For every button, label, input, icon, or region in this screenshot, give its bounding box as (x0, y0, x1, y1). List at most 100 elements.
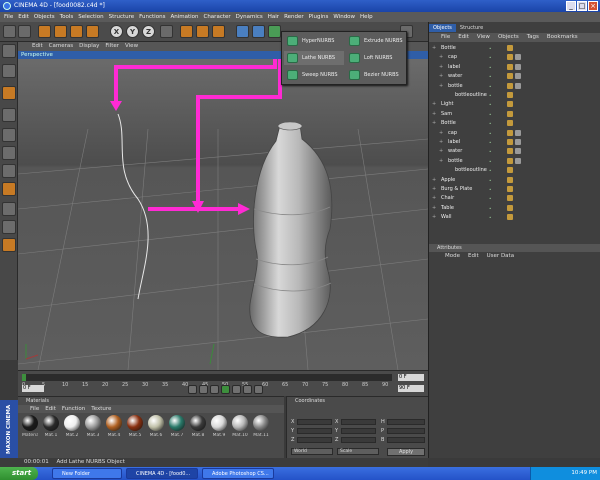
object-tag-icon[interactable] (507, 82, 513, 89)
use-object-tool-icon[interactable] (2, 64, 16, 78)
render-view-icon[interactable] (180, 25, 193, 38)
viewport-menu-view[interactable]: View (125, 42, 138, 51)
previous-key-icon[interactable] (199, 385, 208, 394)
object-tag-icon[interactable] (507, 139, 513, 145)
attributes-menu-edit[interactable]: Edit (468, 252, 479, 261)
rotation-p-field[interactable] (387, 428, 425, 434)
expand-icon[interactable]: + (432, 213, 436, 222)
material-swatch[interactable] (148, 415, 164, 431)
rotation-h-field[interactable] (387, 419, 425, 425)
menu-selection[interactable]: Selection (78, 12, 103, 22)
menu-tools[interactable]: Tools (60, 12, 74, 22)
render-picture-viewer-icon[interactable] (196, 25, 209, 38)
object-menu-view[interactable]: View (477, 33, 490, 42)
position-z-field[interactable] (297, 437, 332, 443)
perspective-viewport[interactable] (18, 59, 428, 370)
start-button[interactable]: start (0, 467, 38, 480)
apply-button[interactable]: Apply (387, 448, 425, 456)
workplane-icon[interactable] (2, 220, 16, 234)
texture-tag-icon[interactable] (515, 139, 521, 145)
expand-icon[interactable]: + (432, 194, 436, 203)
menu-plugins[interactable]: Plugins (309, 12, 329, 22)
size-y-field[interactable] (341, 428, 376, 434)
menu-help[interactable]: Help (360, 12, 373, 22)
visibility-dots-icon[interactable]: • (489, 140, 498, 145)
object-tag-icon[interactable] (507, 176, 513, 183)
undo-icon[interactable] (3, 25, 16, 38)
texture-tag-icon[interactable] (515, 54, 521, 61)
play-icon[interactable] (221, 385, 230, 394)
texture-tag-icon[interactable] (515, 129, 521, 136)
object-row[interactable]: + Apple • (429, 176, 600, 185)
visibility-dots-icon[interactable]: • (489, 112, 498, 117)
expand-icon[interactable]: + (432, 176, 436, 185)
visibility-dots-icon[interactable]: • (489, 74, 498, 79)
position-x-field[interactable] (297, 419, 332, 425)
polygons-tool-icon[interactable] (2, 164, 16, 178)
close-button[interactable]: × (588, 1, 598, 11)
menu-render[interactable]: Render (284, 12, 304, 22)
loft-nurbs-menu-item[interactable]: Loft NURBS (346, 51, 406, 65)
expand-icon[interactable]: + (439, 63, 443, 72)
viewport-menu-cameras[interactable]: Cameras (49, 42, 73, 51)
expand-icon[interactable]: + (432, 110, 436, 119)
visibility-dots-icon[interactable]: • (489, 65, 498, 70)
viewport-menu-filter[interactable]: Filter (105, 42, 119, 51)
expand-icon[interactable]: + (432, 185, 436, 194)
texture-tag-icon[interactable] (515, 148, 521, 155)
menu-objects[interactable]: Objects (34, 12, 55, 22)
menu-structure[interactable]: Structure (109, 12, 135, 22)
texture-tag-icon[interactable] (515, 63, 521, 70)
coordinate-system-icon[interactable] (160, 25, 173, 38)
materials-menu-function[interactable]: Function (62, 405, 85, 413)
maximize-button[interactable]: □ (577, 1, 587, 11)
task-new-folder[interactable]: New Folder (52, 468, 122, 479)
coordinate-mode-select[interactable]: World (291, 448, 333, 455)
visibility-dots-icon[interactable]: • (489, 206, 498, 211)
visibility-dots-icon[interactable]: • (489, 84, 498, 89)
materials-menu-texture[interactable]: Texture (91, 405, 111, 413)
position-y-field[interactable] (297, 428, 332, 434)
next-frame-icon[interactable] (232, 385, 241, 394)
live-select-icon[interactable] (38, 25, 51, 38)
material-swatch[interactable] (64, 415, 80, 431)
nurbs-icon[interactable] (268, 25, 281, 38)
use-model-tool-icon[interactable] (2, 44, 16, 58)
material-swatch[interactable] (190, 415, 206, 431)
next-key-icon[interactable] (243, 385, 252, 394)
object-row[interactable]: + water • (429, 147, 600, 156)
object-tag-icon[interactable] (507, 167, 513, 174)
object-row[interactable]: + water • (429, 72, 600, 81)
object-menu-tags[interactable]: Tags (527, 33, 539, 42)
material-swatch[interactable] (211, 415, 227, 431)
menu-dynamics[interactable]: Dynamics (236, 12, 263, 22)
object-tag-icon[interactable] (507, 129, 513, 136)
texture-tag-icon[interactable] (515, 73, 521, 80)
menu-functions[interactable]: Functions (139, 12, 165, 22)
menu-file[interactable]: File (4, 12, 13, 22)
object-row[interactable]: + Burg & Plate • (429, 185, 600, 194)
expand-icon[interactable]: + (432, 44, 436, 53)
use-texture-tool-icon[interactable] (2, 86, 16, 100)
material-swatch[interactable] (127, 415, 143, 431)
go-to-start-icon[interactable] (188, 385, 197, 394)
menu-character[interactable]: Character (203, 12, 230, 22)
sweep-nurbs-menu-item[interactable]: Sweep NURBS (284, 68, 344, 82)
object-row[interactable]: + Chair • (429, 194, 600, 203)
object-tag-icon[interactable] (507, 157, 513, 164)
task-photoshop[interactable]: Adobe Photoshop CS... (202, 468, 274, 479)
current-frame-field[interactable]: 0 F (398, 374, 424, 381)
menu-edit[interactable]: Edit (18, 12, 29, 22)
cube-primitive-icon[interactable] (236, 25, 249, 38)
previous-frame-icon[interactable] (210, 385, 219, 394)
object-row[interactable]: + Bottle • (429, 44, 600, 53)
expand-icon[interactable]: + (439, 53, 443, 62)
material-swatch[interactable] (232, 415, 248, 431)
attributes-menu-mode[interactable]: Mode (445, 252, 460, 261)
object-row[interactable]: bottleoutline • (429, 166, 600, 175)
object-menu-objects[interactable]: Objects (498, 33, 519, 42)
go-to-end-icon[interactable] (254, 385, 263, 394)
visibility-dots-icon[interactable]: • (489, 46, 498, 51)
object-menu-edit[interactable]: Edit (458, 33, 469, 42)
object-row[interactable]: + Wall • (429, 213, 600, 222)
